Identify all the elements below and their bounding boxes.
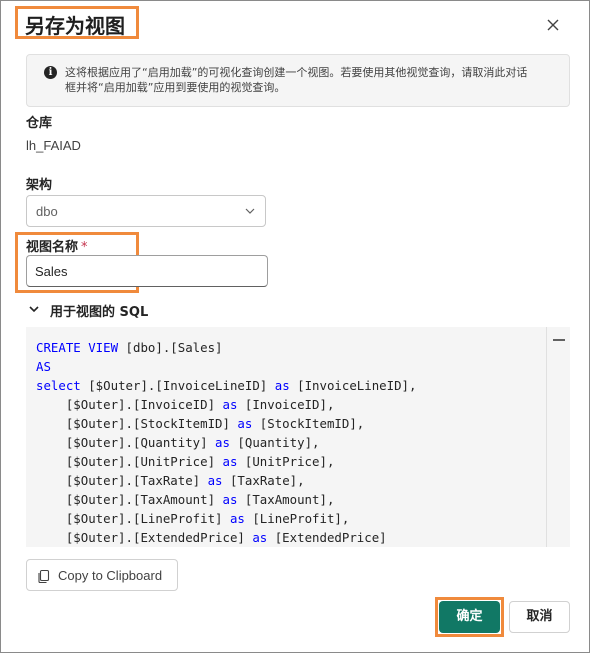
sql-keyword: as bbox=[274, 378, 290, 393]
sql-text: [$Outer].[InvoiceLineID] bbox=[80, 378, 275, 393]
warehouse-label: 仓库 bbox=[26, 116, 53, 131]
schema-selected-value: dbo bbox=[36, 204, 58, 219]
view-name-label-text: 视图名称 bbox=[26, 240, 79, 255]
view-name-label: 视图名称 * bbox=[26, 236, 88, 255]
sql-keyword: as bbox=[222, 492, 238, 507]
sql-text: [$Outer].[TaxRate] bbox=[65, 473, 208, 488]
sql-text: [ExtendedPrice] bbox=[267, 530, 387, 545]
copy-label: Copy to Clipboard bbox=[58, 568, 163, 583]
chevron-down-icon bbox=[245, 208, 255, 214]
sql-keyword: as bbox=[222, 454, 238, 469]
schema-dropdown[interactable]: dbo bbox=[26, 195, 266, 227]
sql-keyword: as bbox=[207, 473, 223, 488]
copy-to-clipboard-button[interactable]: Copy to Clipboard bbox=[26, 559, 178, 591]
sql-text: [Quantity], bbox=[229, 435, 320, 450]
sql-line: [$Outer].[UnitPrice] as [UnitPrice], bbox=[36, 452, 416, 471]
copy-icon bbox=[38, 569, 50, 584]
sql-code-editor[interactable]: CREATE VIEW [dbo].[Sales] AS select [$Oute… bbox=[26, 327, 570, 547]
sql-line: [$Outer].[TaxRate] as [TaxRate], bbox=[36, 471, 416, 490]
sql-text: [$Outer].[LineProfit] bbox=[65, 511, 230, 526]
sql-keyword: as bbox=[229, 511, 245, 526]
sql-line: [$Outer].[TaxAmount] as [TaxAmount], bbox=[36, 490, 416, 509]
sql-line: [$Outer].[InvoiceID] as [InvoiceID], bbox=[36, 395, 416, 414]
sql-text: [$Outer].[TaxAmount] bbox=[65, 492, 223, 507]
sql-keyword: as bbox=[237, 416, 253, 431]
cancel-button[interactable]: 取消 bbox=[509, 601, 570, 633]
sql-text: [InvoiceID], bbox=[237, 397, 335, 412]
view-name-input[interactable] bbox=[26, 255, 268, 287]
sql-keyword: CREATE VIEW bbox=[36, 340, 119, 355]
sql-text: [LineProfit], bbox=[244, 511, 350, 526]
sql-text: [dbo].[Sales] bbox=[118, 340, 223, 355]
sql-text: [UnitPrice], bbox=[237, 454, 335, 469]
sql-section-label: 用于视图的 SQL bbox=[50, 305, 149, 320]
sql-line: [$Outer].[ExtendedPrice] as [ExtendedPri… bbox=[36, 528, 416, 547]
sql-line: [$Outer].[LineProfit] as [LineProfit], bbox=[36, 509, 416, 528]
sql-keyword: as bbox=[222, 397, 238, 412]
sql-text: [$Outer].[UnitPrice] bbox=[65, 454, 223, 469]
sql-line: AS bbox=[36, 357, 416, 376]
sql-line: select [$Outer].[InvoiceLineID] as [Invo… bbox=[36, 376, 416, 395]
sql-text: [TaxAmount], bbox=[237, 492, 335, 507]
info-banner: i 这将根据应用了“启用加载”的可视化查询创建一个视图。若要使用其他视觉查询，请… bbox=[26, 54, 570, 107]
sql-text: [$Outer].[InvoiceID] bbox=[65, 397, 223, 412]
chevron-down-icon bbox=[29, 306, 39, 313]
code-scroll-thumb[interactable] bbox=[553, 339, 565, 341]
close-icon bbox=[547, 19, 559, 31]
required-mark: * bbox=[81, 240, 88, 255]
dialog-title: 另存为视图 bbox=[25, 14, 125, 38]
save-as-view-dialog: 另存为视图 i 这将根据应用了“启用加载”的可视化查询创建一个视图。若要使用其他… bbox=[0, 0, 590, 653]
sql-text: [InvoiceLineID], bbox=[289, 378, 417, 393]
warehouse-value: lh_FAIAD bbox=[26, 138, 81, 153]
sql-line: [$Outer].[StockItemID] as [StockItemID], bbox=[36, 414, 416, 433]
code-scrollbar[interactable] bbox=[546, 327, 570, 547]
schema-label: 架构 bbox=[26, 178, 53, 193]
sql-keyword: as bbox=[252, 530, 268, 545]
sql-line: [$Outer].[Quantity] as [Quantity], bbox=[36, 433, 416, 452]
sql-text: [$Outer].[ExtendedPrice] bbox=[65, 530, 253, 545]
sql-text: [StockItemID], bbox=[252, 416, 365, 431]
ok-button[interactable]: 确定 bbox=[439, 601, 500, 633]
sql-keyword: select bbox=[36, 378, 81, 393]
info-text: 这将根据应用了“启用加载”的可视化查询创建一个视图。若要使用其他视觉查询，请取消… bbox=[65, 66, 528, 94]
sql-line: CREATE VIEW [dbo].[Sales] bbox=[36, 338, 416, 357]
info-icon: i bbox=[44, 66, 57, 79]
sql-keyword: as bbox=[215, 435, 230, 450]
sql-text: [$Outer].[StockItemID] bbox=[65, 416, 238, 431]
sql-code: CREATE VIEW [dbo].[Sales] AS select [$Oute… bbox=[36, 338, 416, 547]
sql-text: [TaxRate], bbox=[222, 473, 305, 488]
sql-keyword: AS bbox=[36, 359, 51, 374]
sql-text: [$Outer].[Quantity] bbox=[65, 435, 216, 450]
close-button[interactable] bbox=[541, 13, 565, 37]
